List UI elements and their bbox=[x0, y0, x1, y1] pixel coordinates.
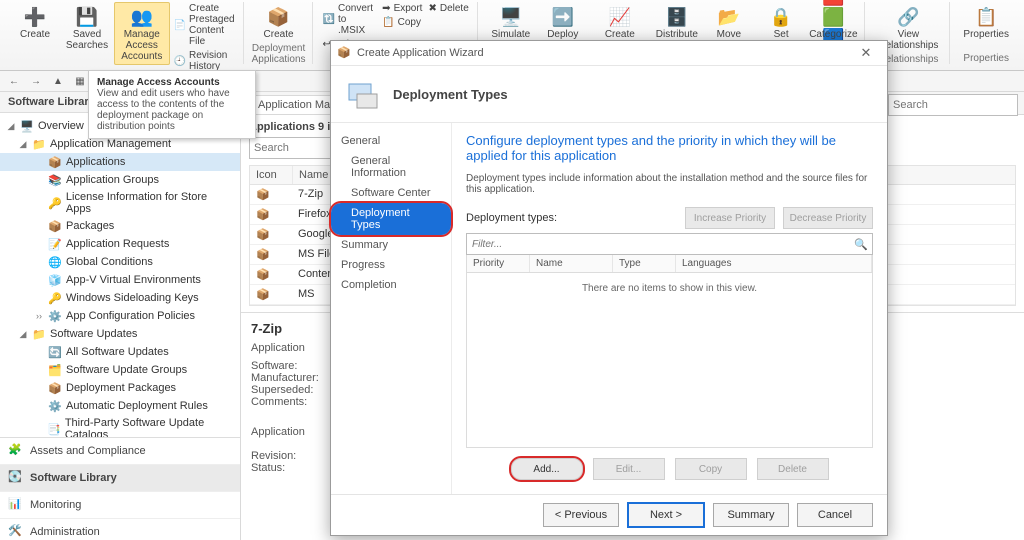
col-icon[interactable]: Icon bbox=[250, 166, 293, 184]
simulate-button[interactable]: 🖥️Simulate bbox=[486, 2, 536, 43]
ws-monitoring[interactable]: 📊Monitoring bbox=[0, 492, 240, 519]
tree-app-groups[interactable]: 📚Application Groups bbox=[0, 171, 240, 189]
ws-assets[interactable]: 🧩Assets and Compliance bbox=[0, 438, 240, 465]
create2-button[interactable]: 📦Create bbox=[254, 2, 304, 43]
dialog-title: Create Application Wizard bbox=[357, 47, 484, 59]
dt-grid-body: There are no items to show in this view. bbox=[466, 273, 873, 448]
deployment-types-label: Deployment types: bbox=[466, 212, 677, 224]
wizard-head-title: Deployment Types bbox=[393, 87, 508, 102]
wizard-headline: Configure deployment types and the prior… bbox=[466, 133, 873, 163]
search-icon[interactable]: 🔍 bbox=[850, 234, 872, 254]
deploy-button[interactable]: ➡️Deploy bbox=[538, 2, 588, 43]
create-button[interactable]: ➕Create bbox=[10, 2, 60, 43]
up-button[interactable]: ▲ bbox=[48, 72, 68, 90]
export-button[interactable]: ➡ Export bbox=[380, 2, 424, 15]
back-button[interactable]: ← bbox=[4, 72, 24, 90]
manage-access-accounts-button[interactable]: 👥Manage Access Accounts bbox=[114, 2, 170, 65]
workspace-switcher: 🧩Assets and Compliance 💽Software Library… bbox=[0, 437, 240, 540]
side-software-center[interactable]: Software Center bbox=[331, 183, 451, 203]
wizard-desc: Deployment types include information abo… bbox=[466, 173, 873, 195]
tree-all-updates[interactable]: 🔄All Software Updates bbox=[0, 343, 240, 361]
nav-tree: ◢🖥️Overview ◢📁Application Management 📦Ap… bbox=[0, 113, 240, 437]
cancel-button[interactable]: Cancel bbox=[797, 503, 873, 527]
categorize-button[interactable]: 🟥🟩🟦Categorize bbox=[808, 2, 858, 43]
previous-button[interactable]: < Previous bbox=[543, 503, 619, 527]
manage-access-tooltip: Manage Access Accounts View and edit use… bbox=[88, 70, 256, 139]
col-name[interactable]: Name bbox=[530, 255, 613, 272]
create-prestaged-button[interactable]: 📄 Create Prestaged Content File bbox=[172, 2, 237, 48]
wizard-main: Configure deployment types and the prior… bbox=[452, 123, 887, 494]
side-progress[interactable]: Progress bbox=[331, 255, 451, 275]
tree-third-party[interactable]: 📑Third-Party Software Update Catalogs bbox=[0, 415, 240, 437]
tree-app-requests[interactable]: 📝Application Requests bbox=[0, 235, 240, 253]
tree-app-config-policies[interactable]: ››⚙️App Configuration Policies bbox=[0, 307, 240, 325]
tree-appv[interactable]: 🧊App-V Virtual Environments bbox=[0, 271, 240, 289]
content-search-input[interactable] bbox=[888, 94, 1018, 116]
copy-dt-button: Copy bbox=[675, 458, 747, 480]
edit-button: Edit... bbox=[593, 458, 665, 480]
hierarchy-icon[interactable]: ▦ bbox=[70, 72, 90, 90]
tree-deployment-packages[interactable]: 📦Deployment Packages bbox=[0, 379, 240, 397]
delete-button[interactable]: ✖ Delete bbox=[426, 2, 470, 15]
tree-update-groups[interactable]: 🗂️Software Update Groups bbox=[0, 361, 240, 379]
distribute-button[interactable]: 🗄️Distribute bbox=[652, 2, 702, 43]
dt-filter: 🔍 bbox=[466, 233, 873, 255]
summary-button[interactable]: Summary bbox=[713, 503, 789, 527]
decrease-priority-button: Decrease Priority bbox=[783, 207, 873, 229]
tree-software-updates[interactable]: ◢📁Software Updates bbox=[0, 325, 240, 343]
create-application-wizard: 📦 Create Application Wizard ✕ Deployment… bbox=[330, 40, 888, 536]
side-general[interactable]: General bbox=[331, 131, 451, 151]
ws-software-library[interactable]: 💽Software Library bbox=[0, 465, 240, 492]
app-root: ➕Create 💾Saved Searches 👥Manage Access A… bbox=[0, 0, 1024, 540]
convert-msix-button[interactable]: 🔃 Convert to .MSIX bbox=[321, 2, 379, 37]
side-general-info[interactable]: General Information bbox=[331, 151, 451, 183]
add-button[interactable]: Add... bbox=[511, 458, 583, 480]
dt-filter-input[interactable] bbox=[467, 234, 850, 254]
tree-sideloading-keys[interactable]: 🔑Windows Sideloading Keys bbox=[0, 289, 240, 307]
tree-applications[interactable]: 📦Applications bbox=[0, 153, 240, 171]
wizard-head-icon bbox=[345, 76, 381, 112]
move-button[interactable]: 📂Move bbox=[704, 2, 754, 43]
next-button[interactable]: Next > bbox=[627, 502, 705, 528]
close-icon[interactable]: ✕ bbox=[851, 45, 881, 61]
deploy-app-label: Deployment Applications bbox=[252, 43, 306, 65]
tree-adr[interactable]: ⚙️Automatic Deployment Rules bbox=[0, 397, 240, 415]
copy-button[interactable]: 📋 Copy bbox=[380, 16, 424, 29]
forward-button[interactable]: → bbox=[26, 72, 46, 90]
group-properties-label: Properties bbox=[963, 53, 1009, 64]
tree-license-info[interactable]: 🔑License Information for Store Apps bbox=[0, 189, 240, 217]
left-nav: Software Library ◢🖥️Overview ◢📁Applicati… bbox=[0, 92, 241, 540]
tree-packages[interactable]: 📦Packages bbox=[0, 217, 240, 235]
ws-administration[interactable]: 🛠️Administration bbox=[0, 519, 240, 540]
col-priority[interactable]: Priority bbox=[467, 255, 530, 272]
dialog-titlebar: 📦 Create Application Wizard ✕ bbox=[331, 41, 887, 66]
col-languages[interactable]: Languages bbox=[676, 255, 872, 272]
dialog-icon: 📦 bbox=[337, 46, 351, 60]
side-deployment-types[interactable]: Deployment Types bbox=[331, 203, 451, 235]
side-summary[interactable]: Summary bbox=[331, 235, 451, 255]
saved-searches-button[interactable]: 💾Saved Searches bbox=[62, 2, 112, 54]
empty-message: There are no items to show in this view. bbox=[582, 283, 757, 294]
side-completion[interactable]: Completion bbox=[331, 275, 451, 295]
col-type[interactable]: Type bbox=[613, 255, 676, 272]
delete-dt-button: Delete bbox=[757, 458, 829, 480]
increase-priority-button: Increase Priority bbox=[685, 207, 775, 229]
tree-global-conditions[interactable]: 🌐Global Conditions bbox=[0, 253, 240, 271]
properties-button[interactable]: 📋Properties bbox=[958, 2, 1014, 43]
wizard-footer: < Previous Next > Summary Cancel bbox=[331, 494, 887, 535]
wizard-sidebar: General General Information Software Cen… bbox=[331, 123, 452, 494]
